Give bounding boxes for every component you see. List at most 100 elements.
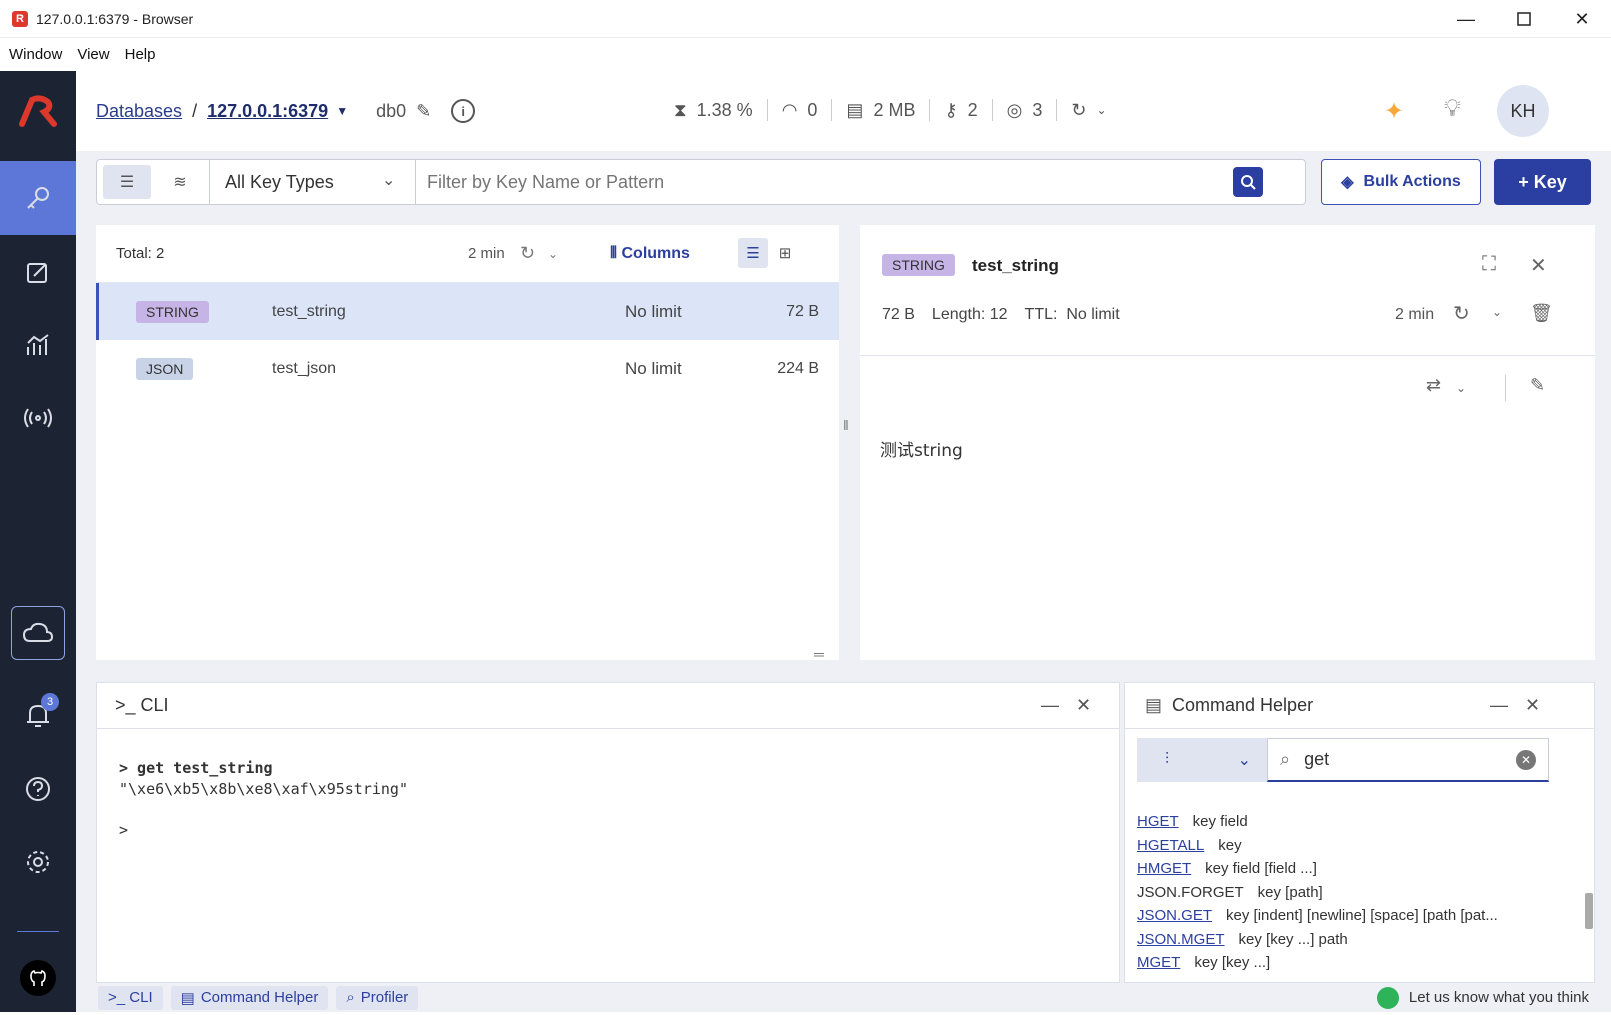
menu-help[interactable]: Help [125,46,156,63]
minimize-panel-icon[interactable]: — [1490,695,1508,716]
key-name: test_string [272,302,346,320]
settings-button[interactable] [0,825,76,899]
chevron-down-icon[interactable]: ⌄ [1096,103,1106,117]
auto-refresh[interactable]: ↻ ⌄ [1071,100,1106,121]
main-area: Databases / 127.0.0.1:6379 ▼ db0 ✎ i ⧗ 1.… [76,71,1611,1012]
key-filter-input[interactable] [427,168,1227,196]
columns-button[interactable]: ⦀ Columns [610,245,690,263]
close-icon[interactable]: ✕ [1076,695,1091,716]
feedback-link[interactable]: Let us know what you think [1376,986,1589,1009]
delete-icon[interactable]: 🗑︎ [1530,303,1553,324]
command-group-select[interactable]: ⫶ ⌄ [1137,738,1267,782]
total-count: Total: 2 [116,245,165,262]
chevron-down-icon[interactable]: ⌄ [1456,381,1466,395]
helper-header: ▤ Command Helper — ✕ [1125,683,1594,729]
sparkle-icon[interactable]: ✦ [1384,97,1404,126]
chevron-down-icon[interactable]: ⌄ [1492,305,1502,319]
close-window-icon[interactable]: ✕ [1553,0,1611,38]
avatar[interactable]: KH [1497,85,1549,137]
close-icon[interactable]: ✕ [1525,695,1540,716]
filter-mode-icon[interactable]: ☰ [103,165,151,199]
menu-bar: Window View Help [0,38,1611,71]
key-meta: 72 B Length: 12 TTL: No limit [882,306,1120,323]
format-switch-icon[interactable]: ⇄ [1426,375,1441,396]
github-button[interactable] [0,941,76,1015]
cli-title: >_ CLI [115,695,169,715]
refresh-icon[interactable]: ↻ [520,243,535,264]
help-icon [26,777,50,801]
menu-window[interactable]: Window [9,46,62,63]
close-icon[interactable]: ✕ [1530,253,1547,278]
feedback-icon [1376,986,1399,1009]
title-bar: R 127.0.0.1:6379 - Browser — ✕ [0,0,1611,38]
sidebar-item-pubsub[interactable] [0,381,76,455]
host-dropdown-icon[interactable]: ▼ [336,104,348,118]
list-view-icon[interactable]: ☰ [738,238,768,268]
bulk-actions-button[interactable]: ◈ Bulk Actions [1321,159,1481,205]
search-button[interactable] [1233,167,1263,197]
breadcrumb-separator: / [192,100,198,121]
menu-view[interactable]: View [77,46,109,63]
edit-value-icon[interactable]: ✎ [1530,375,1545,396]
columns-icon: ⦀ [610,244,622,262]
minimize-icon[interactable]: — [1437,0,1495,38]
refresh-icon[interactable]: ↻ [1071,100,1086,121]
add-key-button[interactable]: + Key [1494,159,1591,205]
github-icon [20,960,56,996]
db-index: db0 [376,100,407,121]
sidebar: 3 [0,71,76,1012]
info-icon[interactable]: i [451,99,476,123]
tab-command-helper[interactable]: ▤ Command Helper [170,985,329,1010]
list-item[interactable]: HGET key field [1137,810,1542,834]
edit-db-icon[interactable]: ✎ [416,101,431,122]
search-icon [1241,175,1256,190]
horizontal-resize-handle[interactable]: ═ [814,646,824,662]
cli-panel: >_ CLI — ✕ > get test_string "\xe6\xb5\x… [96,682,1120,983]
sidebar-item-workbench[interactable] [0,235,76,309]
list-item[interactable]: JSON.FORGET key [path] [1137,881,1542,905]
key-size: 224 B [777,359,819,377]
notifications-button[interactable]: 3 [0,678,76,752]
tab-profiler[interactable]: ⌕ Profiler [336,985,419,1010]
clear-search-icon[interactable]: ✕ [1516,749,1536,770]
list-item[interactable]: HMGET key field [field ...] [1137,857,1542,881]
helper-search-field[interactable]: ⌕ get ✕ [1267,738,1549,782]
fullscreen-icon[interactable]: ⛶ [1482,253,1496,276]
tree-view-icon[interactable]: ⊞ [770,238,800,268]
helper-search-value: get [1304,749,1330,769]
profiler-icon: ⌕ [346,989,355,1006]
refresh-icon[interactable]: ↻ [1453,301,1470,326]
gear-icon [27,851,49,873]
list-item[interactable]: JSON.MGET key [key ...] path [1137,928,1542,952]
tab-cli[interactable]: >_ CLI [98,985,163,1010]
chevron-down-icon[interactable]: ⌄ [548,247,558,261]
cli-header: >_ CLI — ✕ [97,683,1119,729]
lightbulb-icon[interactable]: 💡︎ [1444,95,1461,123]
minimize-panel-icon[interactable]: — [1041,695,1059,716]
table-row[interactable]: STRING test_string No limit 72 B [96,283,839,340]
memory-stat: ▤ 2 MB [846,99,916,120]
scrollbar[interactable] [1585,893,1593,929]
key-name: test_json [272,359,337,377]
cloud-button[interactable] [11,606,65,660]
list-item[interactable]: JSON.GET key [indent] [newline] [space] [… [1137,904,1542,928]
help-button[interactable] [0,752,76,826]
list-item[interactable]: MGET key [key ...] [1137,951,1542,975]
redis-logo-icon[interactable] [0,75,76,149]
cli-command: > get test_string [119,759,273,777]
cli-prompt[interactable]: > [119,821,128,839]
db-header: Databases / 127.0.0.1:6379 ▼ db0 ✎ i ⧗ 1.… [76,71,1611,151]
bottom-bar: >_ CLI ▤ Command Helper ⌕ Profiler Let us … [96,983,1595,1012]
table-row[interactable]: JSON test_json No limit 224 B [96,340,839,397]
breadcrumb-host[interactable]: 127.0.0.1:6379 [207,101,328,122]
sidebar-item-analysis[interactable] [0,308,76,382]
maximize-icon[interactable] [1495,0,1553,38]
key-type-select[interactable]: All Key Types [225,172,334,193]
chevron-down-icon[interactable]: ⌄ [382,170,395,190]
vertical-resize-handle[interactable]: ‖ [843,417,849,433]
list-item[interactable]: HGETALL key [1137,834,1542,858]
sidebar-item-browser[interactable] [0,161,76,235]
breadcrumb-databases[interactable]: Databases [96,101,182,122]
window-title: 127.0.0.1:6379 - Browser [36,10,194,27]
vector-search-icon[interactable]: ≋ [159,165,201,199]
